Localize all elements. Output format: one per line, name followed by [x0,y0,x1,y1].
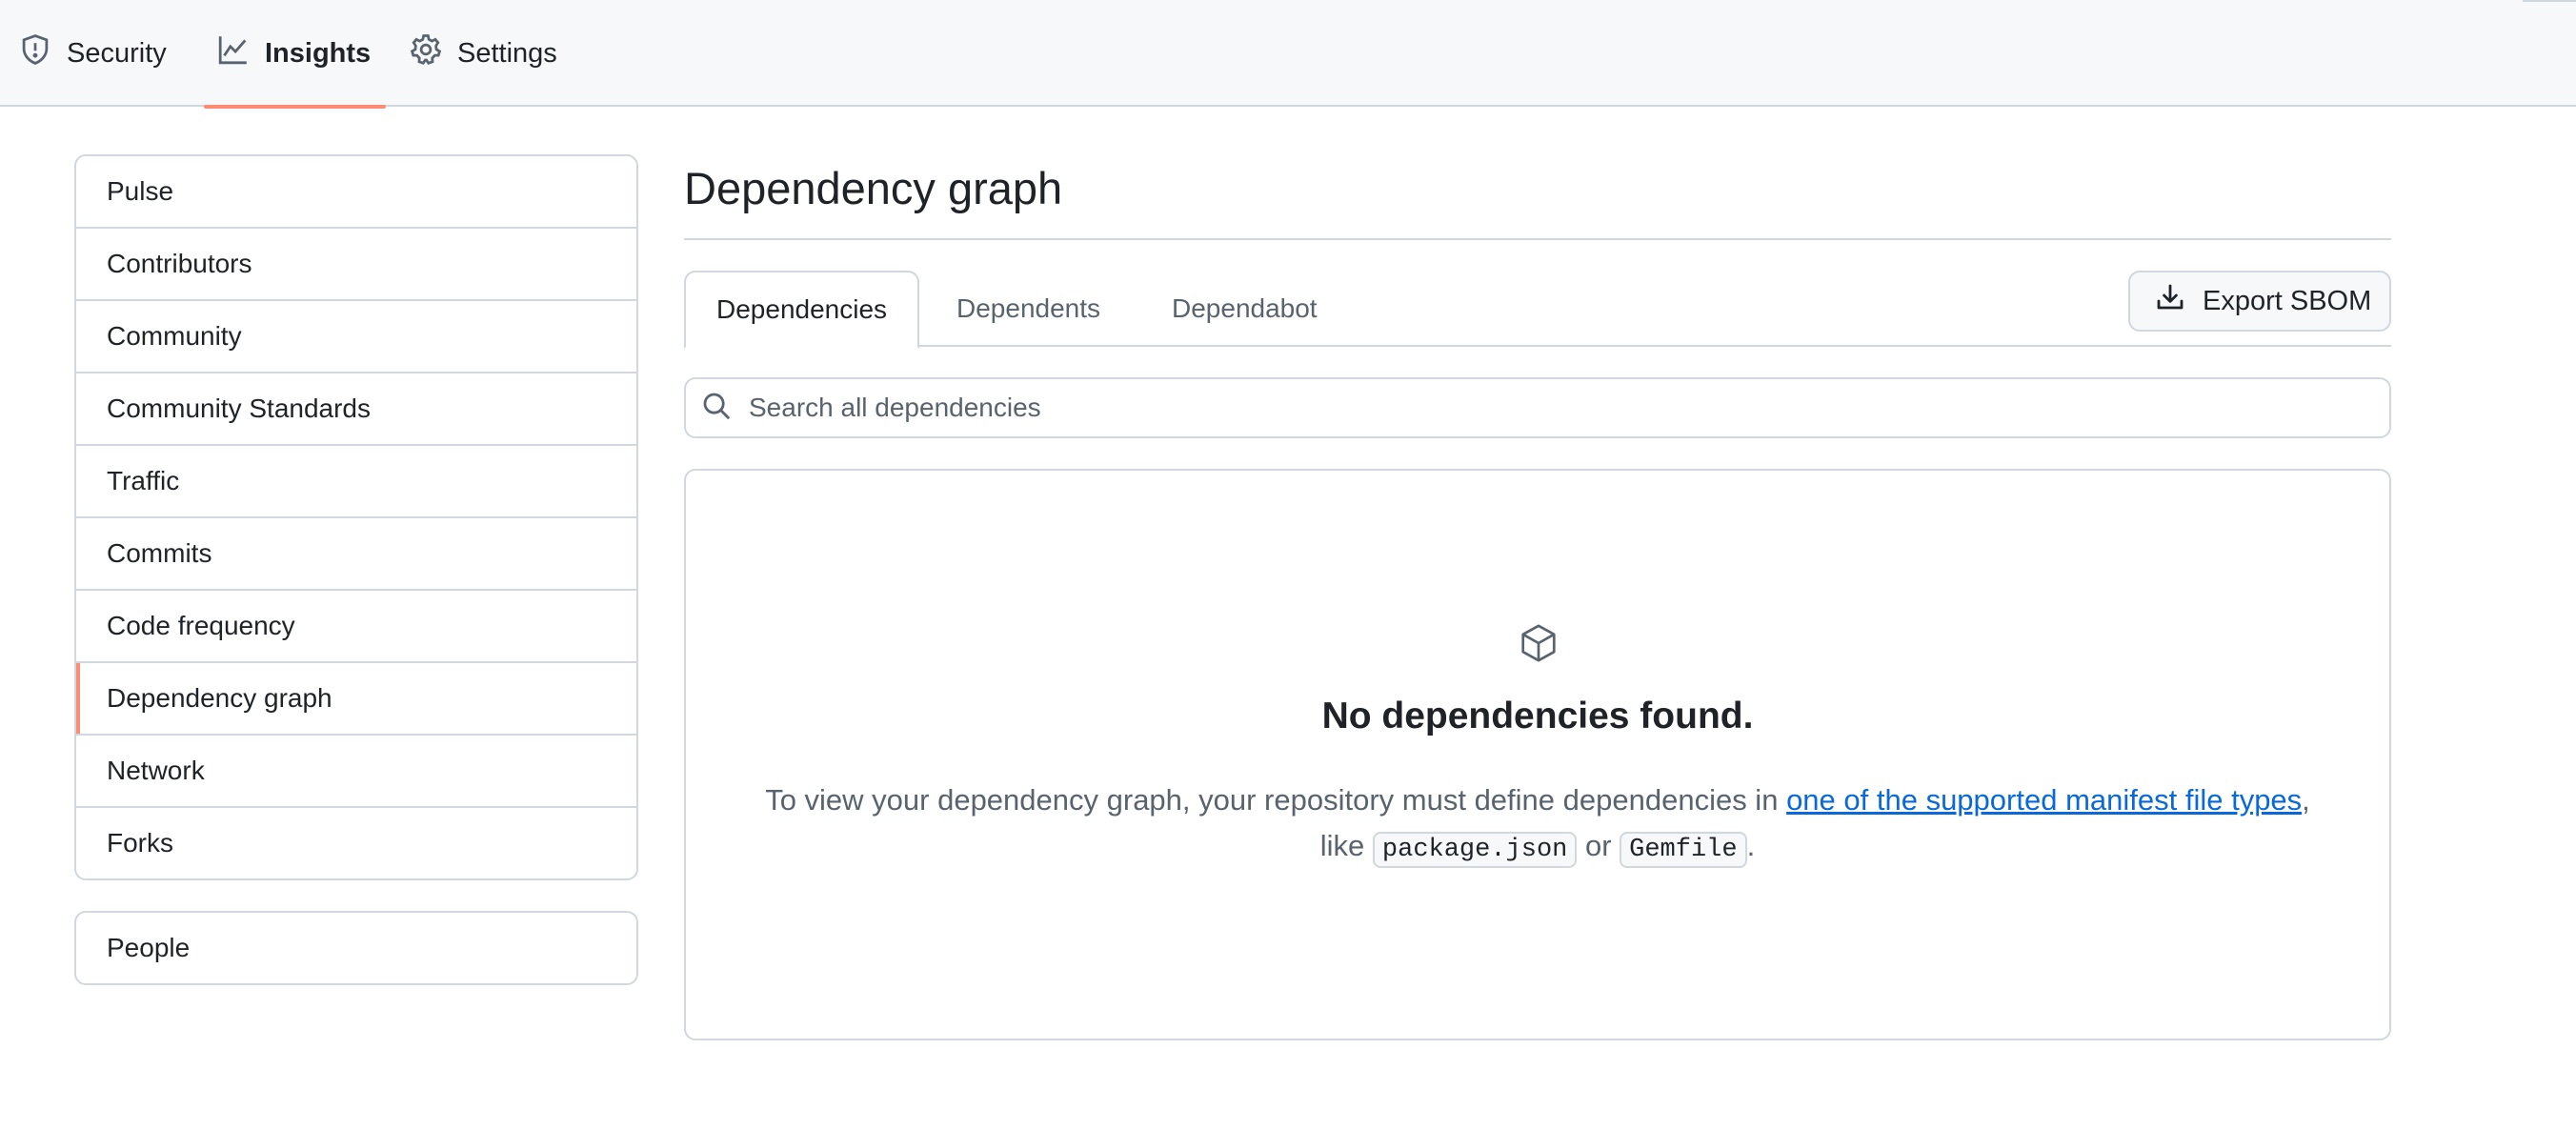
sidebar-item-label: Dependency graph [107,683,332,713]
search-input[interactable] [747,392,2389,424]
sidebar-item-label: Network [107,756,205,785]
tab-label: Dependents [956,293,1101,323]
message-text: or [1577,829,1620,862]
tab-label: Dependabot [1172,293,1318,323]
tab-label: Dependencies [716,294,888,324]
search-icon [701,391,747,426]
repo-nav: Security Insights Settings [0,0,2576,109]
shield-icon [19,33,67,73]
code-gemfile: Gemfile [1620,832,1747,868]
tab-dependents[interactable]: Dependents [956,271,1100,347]
sidebar-item-label: Forks [107,828,173,858]
sidebar-item-dependency-graph[interactable]: Dependency graph [76,661,636,734]
sidebar-item-traffic[interactable]: Traffic [76,444,636,516]
sidebar-item-label: Contributors [107,249,252,278]
tab-insights[interactable]: Insights [204,0,387,109]
tab-settings[interactable]: Settings [410,0,557,107]
tab-security-label: Security [67,37,167,69]
people-sidebar: People [74,911,638,985]
message-text: To view your dependency graph, your repo… [765,783,1787,817]
empty-state-heading: No dependencies found. [1321,696,1754,737]
tab-settings-label: Settings [457,37,557,69]
sidebar-item-people[interactable]: People [76,913,636,983]
gear-icon [410,33,457,73]
tab-dependabot[interactable]: Dependabot [1172,271,1318,347]
sidebar-item-pulse[interactable]: Pulse [76,156,636,227]
sidebar-item-label: People [107,933,191,962]
sidebar-item-commits[interactable]: Commits [76,516,636,589]
insights-sidebar: Pulse Contributors Community Community S… [74,154,638,880]
download-icon [2155,282,2203,320]
graph-icon [217,33,265,73]
active-tab-underline [204,105,387,109]
sidebar-item-network[interactable]: Network [76,734,636,806]
sidebar-item-label: Community Standards [107,393,372,423]
sidebar-item-label: Traffic [107,466,180,495]
sidebar-item-label: Commits [107,538,212,568]
empty-state: No dependencies found. To view your depe… [684,469,2391,1040]
sidebar-item-community[interactable]: Community [76,299,636,372]
sidebar-item-community-standards[interactable]: Community Standards [76,372,636,444]
title-divider [684,238,2391,240]
tab-security[interactable]: Security [19,0,167,107]
export-sbom-button[interactable]: Export SBOM [2128,271,2391,332]
sidebar-item-label: Code frequency [107,611,295,640]
sidebar-item-code-frequency[interactable]: Code frequency [76,589,636,661]
export-sbom-label: Export SBOM [2203,285,2372,316]
code-package-json: package.json [1372,832,1578,868]
page-title: Dependency graph [684,163,1063,213]
sidebar-item-contributors[interactable]: Contributors [76,227,636,299]
empty-state-message: To view your dependency graph, your repo… [743,777,2332,873]
tab-dependencies[interactable]: Dependencies [684,271,920,349]
scroll-indicator [2523,0,2576,2]
message-text: . [1746,829,1756,862]
tab-insights-label: Insights [265,37,372,69]
manifest-types-link[interactable]: one of the supported manifest file types [1786,783,2302,817]
sidebar-item-forks[interactable]: Forks [76,806,636,878]
sidebar-item-label: Pulse [107,176,174,206]
search-box [684,377,2391,438]
sidebar-item-label: Community [107,321,242,351]
